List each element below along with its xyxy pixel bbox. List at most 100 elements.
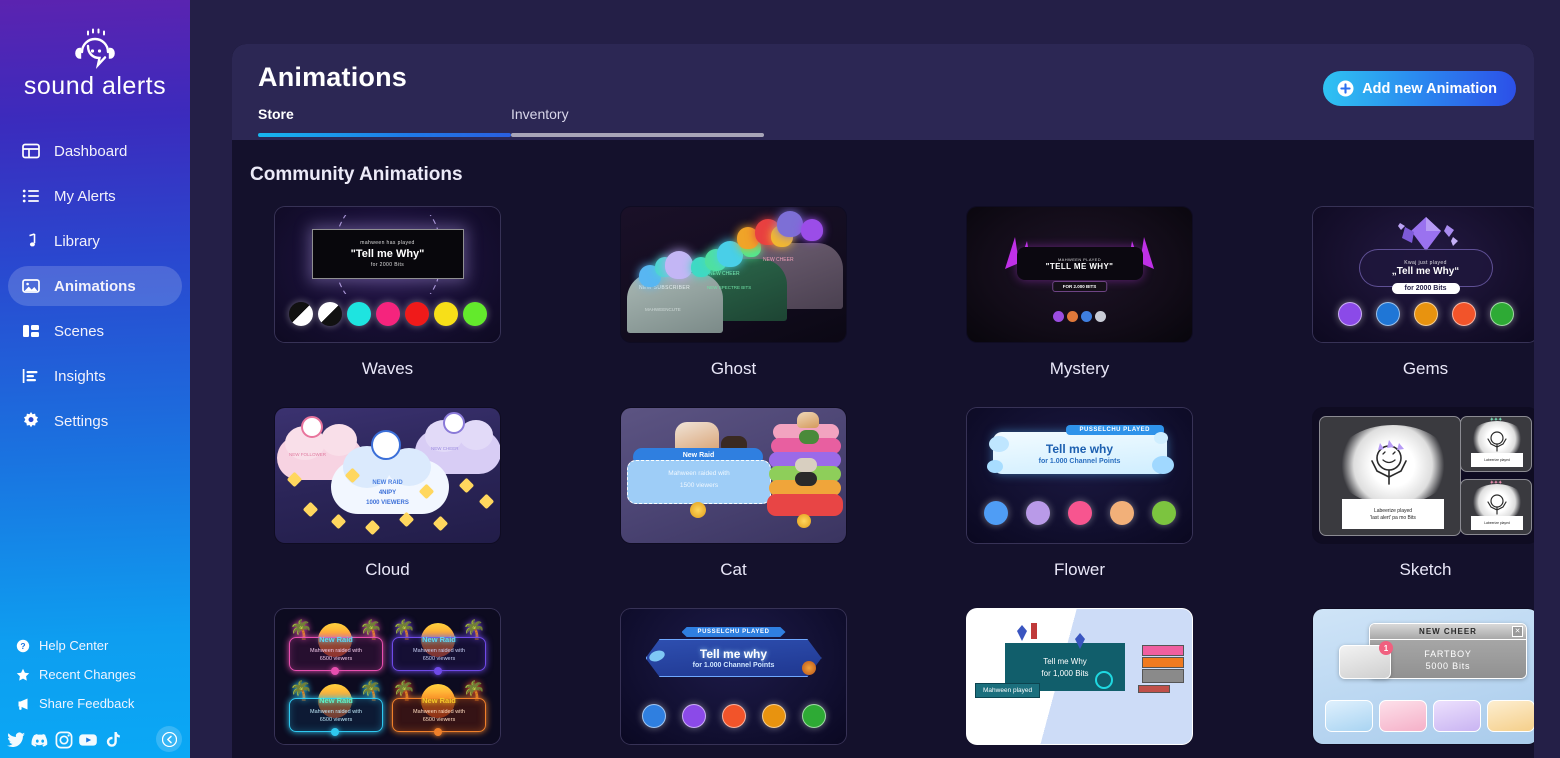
color-swatch[interactable] bbox=[462, 302, 487, 326]
color-swatch[interactable] bbox=[1489, 302, 1514, 326]
cat-character bbox=[795, 458, 817, 472]
sidebar-item-scenes[interactable]: Scenes bbox=[8, 311, 182, 351]
sidebar-item-library[interactable]: Library bbox=[8, 221, 182, 261]
star-icon bbox=[16, 668, 30, 681]
sidebar-item-label: Dashboard bbox=[54, 142, 128, 160]
sketch-note: Labeerize played bbox=[1471, 516, 1523, 530]
color-swatch[interactable] bbox=[1025, 501, 1050, 525]
tab-inventory[interactable]: Inventory bbox=[511, 106, 764, 137]
animation-thumbnail[interactable]: Tell me why for 1.000 Channel Points PUS… bbox=[620, 608, 847, 745]
mail-envelope-variant[interactable] bbox=[1487, 700, 1534, 732]
preview-sub-text: for 1,000 Bits bbox=[1041, 668, 1089, 678]
color-swatch[interactable] bbox=[1067, 501, 1092, 525]
sketch-panel-main: Labeerize played 'last alert' pa mo Bits bbox=[1319, 416, 1461, 536]
color-swatch[interactable] bbox=[801, 704, 826, 728]
color-swatch[interactable] bbox=[1151, 501, 1176, 525]
animation-card-label: Flower bbox=[1053, 560, 1105, 579]
footer-link-share-feedback[interactable]: Share Feedback bbox=[10, 689, 180, 718]
tab-store[interactable]: Store bbox=[258, 106, 511, 137]
animation-thumbnail[interactable]: 🌴 🌴 New Raid Mahween raided with 6500 vi… bbox=[274, 608, 501, 745]
color-swatch[interactable] bbox=[1053, 311, 1064, 322]
color-swatch[interactable] bbox=[1451, 302, 1476, 326]
animation-thumbnail[interactable]: Tell me why for 1.000 Channel Points PUS… bbox=[966, 407, 1193, 544]
add-new-animation-button[interactable]: Add new Animation bbox=[1323, 71, 1516, 106]
animation-card-mystery[interactable]: MAHWEEN PLAYED "TELL ME WHY" FOR 2.000 B… bbox=[934, 206, 1225, 379]
sidebar-item-settings[interactable]: Settings bbox=[8, 401, 182, 441]
animation-thumbnail[interactable]: NEW SUBSCRIBER MAHWEENCUTE NEW CHEER NEW… bbox=[620, 206, 847, 343]
close-icon[interactable]: ✕ bbox=[1512, 626, 1523, 637]
color-swatch[interactable] bbox=[641, 704, 666, 728]
mail-window: NEW CHEER ✕ FARTBOY 5000 Bits bbox=[1369, 623, 1527, 679]
preview-top-text: MAHWEEN PLAYED bbox=[1057, 256, 1102, 262]
animation-card-ghost[interactable]: NEW SUBSCRIBER MAHWEENCUTE NEW CHEER NEW… bbox=[588, 206, 879, 379]
footer-link-recent-changes[interactable]: Recent Changes bbox=[10, 660, 180, 689]
color-swatch[interactable] bbox=[681, 704, 706, 728]
animation-card-cat[interactable]: New Raid Mahween raided with 1500 viewer… bbox=[588, 407, 879, 580]
discord-icon[interactable] bbox=[30, 730, 50, 750]
brand-logo[interactable]: sound alerts bbox=[0, 0, 190, 111]
neon-title: New Raid bbox=[422, 635, 456, 644]
color-swatch[interactable] bbox=[317, 302, 342, 326]
arrow-left-circle-icon bbox=[161, 731, 177, 747]
color-swatch[interactable] bbox=[983, 501, 1008, 525]
pixel-avatar bbox=[1095, 671, 1113, 689]
pixel-bar bbox=[1142, 669, 1184, 683]
tiktok-icon[interactable] bbox=[102, 730, 122, 750]
footer-link-help-center[interactable]: ? Help Center bbox=[10, 631, 180, 660]
color-swatch[interactable] bbox=[288, 302, 313, 326]
animation-thumbnail[interactable]: NEW CHEER ✕ FARTBOY 5000 Bits 1 bbox=[1312, 608, 1534, 745]
animation-thumbnail[interactable]: mahween has played "Tell me Why" for 200… bbox=[274, 206, 501, 343]
animation-thumbnail[interactable]: Labeerize played 'last alert' pa mo Bits… bbox=[1312, 407, 1534, 544]
color-swatch[interactable] bbox=[433, 302, 458, 326]
animation-card-gems[interactable]: Kwaj just played „Tell me Why“ for 2000 … bbox=[1280, 206, 1534, 379]
animation-card-cloud[interactable]: NEW FOLLOWER NEW CHEER NEW RAID 4NIPY 10… bbox=[242, 407, 533, 580]
mail-envelope-variant[interactable] bbox=[1325, 700, 1373, 732]
color-swatch[interactable] bbox=[404, 302, 429, 326]
animation-card-sketch[interactable]: Labeerize played 'last alert' pa mo Bits… bbox=[1280, 407, 1534, 580]
sidebar-item-insights[interactable]: Insights bbox=[8, 356, 182, 396]
preview-title-text: Tell me why bbox=[699, 647, 768, 661]
preview-title-text: "Tell me Why" bbox=[350, 248, 425, 260]
animation-card-flower[interactable]: Tell me why for 1.000 Channel Points PUS… bbox=[934, 407, 1225, 580]
animation-thumbnail[interactable]: New Raid Mahween raided with 1500 viewer… bbox=[620, 407, 847, 544]
color-swatch[interactable] bbox=[1375, 302, 1400, 326]
animation-thumbnail[interactable]: NEW FOLLOWER NEW CHEER NEW RAID 4NIPY 10… bbox=[274, 407, 501, 544]
sidebar-item-dashboard[interactable]: Dashboard bbox=[8, 131, 182, 171]
sidebar-item-animations[interactable]: Animations bbox=[8, 266, 182, 306]
mail-envelope-variant[interactable] bbox=[1433, 700, 1481, 732]
youtube-icon[interactable] bbox=[78, 730, 98, 750]
cat-badge-text: New Raid bbox=[682, 452, 715, 459]
pixel-bar bbox=[1142, 657, 1184, 668]
color-swatch[interactable] bbox=[1337, 302, 1362, 326]
color-swatch[interactable] bbox=[375, 302, 400, 326]
twitter-icon[interactable] bbox=[6, 730, 26, 750]
color-swatch[interactable] bbox=[1095, 311, 1106, 322]
animation-thumbnail[interactable]: Tell me Why for 1,000 Bits Mahween playe… bbox=[966, 608, 1193, 745]
color-swatch[interactable] bbox=[721, 704, 746, 728]
instagram-icon[interactable] bbox=[54, 730, 74, 750]
animation-card-neon[interactable]: 🌴 🌴 New Raid Mahween raided with 6500 vi… bbox=[242, 608, 533, 758]
color-swatch[interactable] bbox=[1081, 311, 1092, 322]
color-swatch[interactable] bbox=[346, 302, 371, 326]
neon-variant: 🌴 🌴 New Raid Mahween raided with 6500 vi… bbox=[390, 682, 488, 736]
color-swatch[interactable] bbox=[1413, 302, 1438, 326]
mail-envelope-variant[interactable] bbox=[1379, 700, 1427, 732]
neon-line1: Mahween raided with bbox=[413, 709, 465, 715]
color-swatch[interactable] bbox=[1109, 501, 1134, 525]
animation-card-space[interactable]: Tell me why for 1.000 Channel Points PUS… bbox=[588, 608, 879, 758]
preview-title-text: Tell me Why bbox=[1043, 656, 1087, 666]
animation-thumbnail[interactable]: Kwaj just played „Tell me Why“ for 2000 … bbox=[1312, 206, 1534, 343]
animation-card-waves[interactable]: mahween has played "Tell me Why" for 200… bbox=[242, 206, 533, 379]
color-swatch[interactable] bbox=[1067, 311, 1078, 322]
sidebar-item-label: Scenes bbox=[54, 322, 105, 340]
animation-thumbnail[interactable]: MAHWEEN PLAYED "TELL ME WHY" FOR 2.000 B… bbox=[966, 206, 1193, 343]
sidebar-item-my-alerts[interactable]: My Alerts bbox=[8, 176, 182, 216]
color-swatch[interactable] bbox=[761, 704, 786, 728]
animation-card-mail[interactable]: NEW CHEER ✕ FARTBOY 5000 Bits 1 bbox=[1280, 608, 1534, 758]
gem-pixel-icon bbox=[1075, 633, 1085, 649]
penguin-character bbox=[443, 412, 465, 434]
animation-card-pixel[interactable]: Tell me Why for 1,000 Bits Mahween playe… bbox=[934, 608, 1225, 758]
sidebar-item-label: Settings bbox=[54, 412, 109, 430]
gem-pixel-icon bbox=[1017, 625, 1027, 641]
collapse-sidebar-button[interactable] bbox=[156, 726, 182, 752]
